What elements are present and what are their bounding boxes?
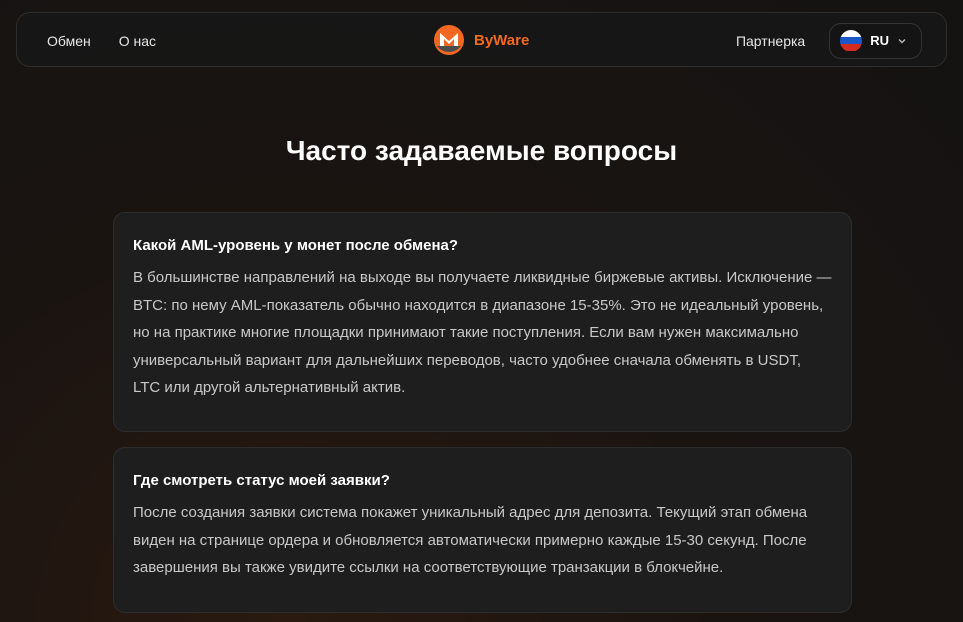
faq-question: Где смотреть статус моей заявки? <box>133 472 390 489</box>
brand-logo-link[interactable]: ByWare <box>434 25 529 55</box>
faq-answer: В большинстве направлений на выходе вы п… <box>133 269 832 396</box>
chevron-down-icon <box>898 38 906 43</box>
faq-question: Какой AML-уровень у монет после обмена? <box>133 237 459 254</box>
russia-flag-icon <box>840 29 863 52</box>
language-label: RU <box>870 33 889 48</box>
nav-link-about[interactable]: О нас <box>119 33 156 49</box>
brand-name: ByWare <box>474 31 530 49</box>
nav-link-exchange[interactable]: Обмен <box>47 33 91 49</box>
page-title: Часто задаваемые вопросы <box>285 135 678 166</box>
faq-answer: После создания заявки система покажет ун… <box>133 504 808 576</box>
language-selector[interactable]: RU <box>829 22 922 59</box>
faq-item: Какой AML-уровень у монет после обмена? … <box>113 212 852 432</box>
monero-logo-icon <box>434 25 464 55</box>
nav-link-partner[interactable]: Партнерка <box>736 33 805 49</box>
nav-right: Партнерка RU <box>736 13 922 68</box>
top-navbar: Обмен О нас ByWare Партнерка RU <box>16 12 947 67</box>
nav-left-links: Обмен О нас <box>47 13 156 68</box>
faq-item: Где смотреть статус моей заявки? После с… <box>113 447 852 613</box>
